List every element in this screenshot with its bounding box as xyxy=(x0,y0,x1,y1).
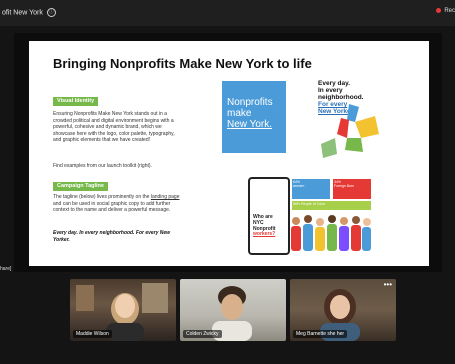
nyc-borough-map xyxy=(321,104,379,158)
visual-identity-body: Ensuring Nonprofits Make New York stands… xyxy=(53,111,175,143)
map-staten-island xyxy=(321,138,337,158)
tile-1-label: women xyxy=(293,184,305,188)
window-title: ofit New York ⓘ xyxy=(2,8,56,17)
everyday-line-1: Every day. xyxy=(318,80,351,87)
participant-name: Colden Zwicky xyxy=(186,331,219,337)
participant-name: Meg Barnette she her xyxy=(296,331,345,337)
visual-identity-label: Visual Identity xyxy=(53,97,99,106)
presentation-slide: Bringing Nonprofits Make New York to lif… xyxy=(29,41,429,266)
person-figures xyxy=(291,215,371,251)
landing-page-link[interactable]: landing page xyxy=(151,194,180,200)
slide-title: Bringing Nonprofits Make New York to lif… xyxy=(53,56,312,71)
participant-name: Maddie Wilson xyxy=(76,331,109,337)
screen-share-tag: hare] xyxy=(0,266,12,272)
map-manhattan xyxy=(337,118,349,138)
participant-tile-maddie[interactable]: Maddie Wilson xyxy=(70,279,176,341)
map-bronx xyxy=(347,104,359,122)
phone-mockup: Who are NYC Nonprofit workers? xyxy=(248,177,290,255)
everyday-line-2: In every xyxy=(318,87,343,94)
campaign-tagline-body: The tagline (below) lives prominently on… xyxy=(53,194,183,214)
more-options-icon[interactable]: ••• xyxy=(384,281,392,289)
visual-identity-note: Find examples from our launch toolkit (r… xyxy=(53,163,152,169)
who-line-3: workers? xyxy=(253,231,276,238)
logo-line-2: make xyxy=(227,108,252,119)
stat-tile-foreign-born: 34% Foreign Born xyxy=(333,179,371,199)
recording-label: Rec xyxy=(444,8,455,15)
logo-box: Nonprofits make New York. xyxy=(222,81,286,153)
participant-name-tag: Meg Barnette she her xyxy=(293,330,348,338)
participant-tile-meg[interactable]: ••• Meg Barnette she her xyxy=(290,279,396,341)
tagline-body-part2: and can be used in social graphic copy t… xyxy=(53,200,171,214)
tile-2-label: Foreign Born xyxy=(334,184,355,188)
record-dot-icon xyxy=(435,8,441,13)
title-bar: ofit New York ⓘ Rec xyxy=(0,0,455,26)
participant-tile-colden[interactable]: Colden Zwicky xyxy=(180,279,286,341)
stat-tile-people-of-color: 56% People of Color xyxy=(292,201,371,210)
map-brooklyn xyxy=(345,138,363,152)
recording-indicator[interactable]: Rec xyxy=(435,8,455,15)
tagline-text: Every day. In every neighborhood. For ev… xyxy=(53,230,171,243)
participant-name-tag: Maddie Wilson xyxy=(73,330,112,338)
logo-text: Nonprofits make New York. xyxy=(227,97,287,130)
window-title-text: ofit New York xyxy=(2,9,43,17)
map-queens xyxy=(355,116,379,138)
everyday-line-3: neighborhood. xyxy=(318,94,364,101)
participant-name-tag: Colden Zwicky xyxy=(183,330,222,338)
info-icon[interactable]: ⓘ xyxy=(46,8,56,17)
campaign-tagline-label: Campaign Tagline xyxy=(53,182,108,191)
stat-tile-women: 64% women xyxy=(292,179,330,199)
tagline-body-part1: The tagline (below) lives prominently on… xyxy=(53,194,150,200)
who-are-workers-text: Who are NYC Nonprofit workers? xyxy=(253,214,287,238)
people-illustration xyxy=(291,215,371,251)
logo-line-3: New York. xyxy=(227,119,273,130)
logo-line-1: Nonprofits xyxy=(227,97,273,108)
stats-poster: Who are NYC Nonprofit workers? 64% women… xyxy=(245,177,372,255)
